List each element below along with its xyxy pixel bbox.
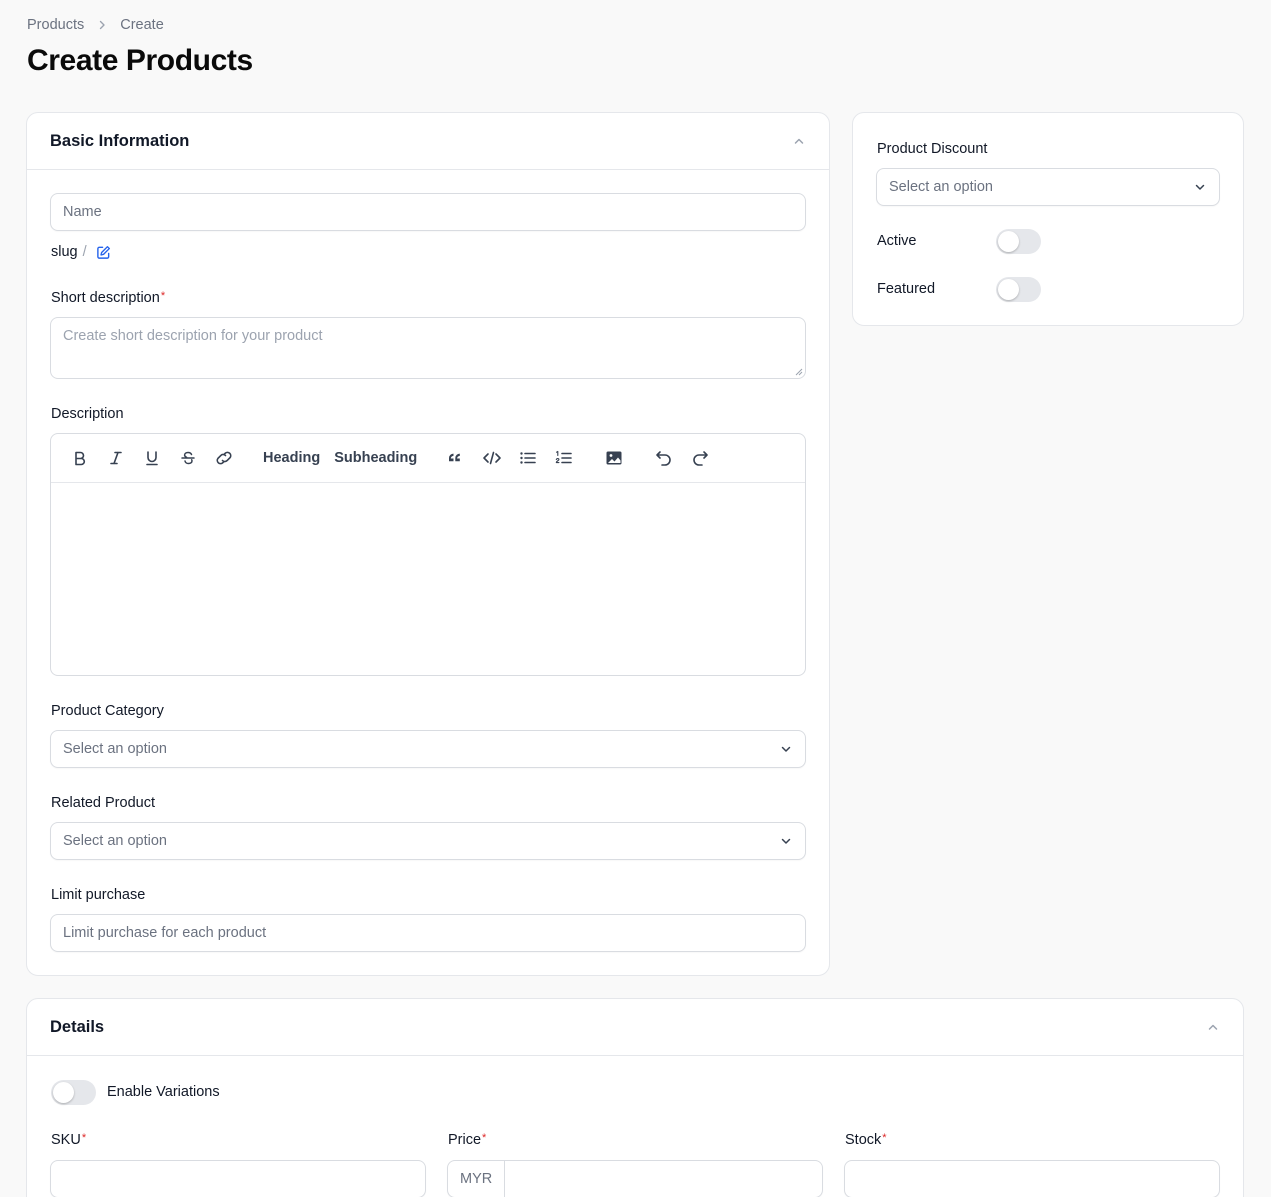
required-mark: * [482, 1132, 487, 1144]
redo-icon[interactable] [685, 443, 715, 473]
name-input[interactable]: Name [50, 193, 806, 231]
price-label: Price* [448, 1132, 486, 1148]
limit-purchase-label: Limit purchase [51, 887, 146, 903]
related-product-placeholder: Select an option [63, 833, 167, 849]
required-mark: * [160, 290, 166, 302]
short-description-placeholder: Create short description for your produc… [63, 328, 323, 344]
slug-separator: / [82, 244, 87, 260]
price-input[interactable]: MYR [447, 1160, 823, 1197]
slug-row: slug / [51, 244, 111, 260]
enable-variations-toggle[interactable] [51, 1080, 96, 1105]
chevron-down-icon [1193, 180, 1207, 194]
featured-label: Featured [877, 281, 936, 297]
underline-icon[interactable] [137, 443, 167, 473]
related-product-label: Related Product [51, 795, 155, 811]
breadcrumb-create: Create [120, 17, 164, 33]
stock-label: Stock* [845, 1132, 887, 1148]
chevron-up-icon[interactable] [1206, 1020, 1220, 1034]
toggle-knob [998, 231, 1019, 252]
featured-toggle[interactable] [996, 277, 1041, 302]
active-label: Active [877, 233, 917, 249]
basic-information-card: Basic Information Name slug / Short desc… [26, 112, 830, 976]
chevron-down-icon [779, 834, 793, 848]
description-editor: Heading Subheading [50, 433, 806, 676]
toggle-knob [53, 1082, 74, 1103]
chevron-up-icon[interactable] [792, 134, 806, 148]
stock-label-text: Stock [845, 1132, 882, 1148]
bullet-list-icon[interactable] [513, 443, 543, 473]
page-title: Create Products [27, 44, 253, 77]
breadcrumb-products[interactable]: Products [27, 17, 84, 33]
product-discount-label: Product Discount [877, 141, 988, 157]
details-title: Details [50, 1017, 105, 1036]
active-toggle[interactable] [996, 229, 1041, 254]
slug-label: slug [51, 244, 78, 260]
resize-handle-icon[interactable] [795, 368, 803, 376]
product-discount-select[interactable]: Select an option [876, 168, 1220, 206]
toggle-knob [998, 279, 1019, 300]
details-header[interactable]: Details [27, 999, 1243, 1056]
required-mark: * [882, 1132, 887, 1144]
product-category-placeholder: Select an option [63, 741, 167, 757]
limit-purchase-input[interactable]: Limit purchase for each product [50, 914, 806, 952]
basic-information-header[interactable]: Basic Information [27, 113, 829, 170]
details-card: Details Enable Variations SKU* Price* MY… [26, 998, 1244, 1197]
short-description-label-text: Short description [51, 290, 160, 306]
strikethrough-icon[interactable] [173, 443, 203, 473]
side-settings-card: Product Discount Select an option Active… [852, 112, 1244, 326]
limit-purchase-placeholder: Limit purchase for each product [63, 925, 267, 941]
currency-prefix: MYR [448, 1161, 506, 1197]
sku-label-text: SKU [51, 1132, 81, 1148]
breadcrumb: Products Create [27, 17, 164, 33]
sku-label: SKU* [51, 1132, 86, 1148]
short-description-textarea[interactable]: Create short description for your produc… [50, 317, 806, 379]
enable-variations-label: Enable Variations [107, 1084, 220, 1100]
undo-icon[interactable] [649, 443, 679, 473]
subheading-button[interactable]: Subheading [330, 443, 421, 473]
chevron-right-icon [96, 19, 108, 31]
product-category-label: Product Category [51, 703, 164, 719]
name-placeholder: Name [63, 204, 102, 220]
stock-input[interactable] [844, 1160, 1220, 1197]
editor-content-area[interactable] [51, 483, 805, 675]
basic-information-title: Basic Information [50, 131, 190, 150]
required-mark: * [81, 1132, 87, 1144]
product-discount-placeholder: Select an option [889, 179, 993, 195]
link-icon[interactable] [209, 443, 239, 473]
editor-toolbar: Heading Subheading [51, 434, 805, 483]
heading-button[interactable]: Heading [259, 443, 324, 473]
related-product-select[interactable]: Select an option [50, 822, 806, 860]
product-category-select[interactable]: Select an option [50, 730, 806, 768]
blockquote-icon[interactable] [441, 443, 471, 473]
numbered-list-icon[interactable] [549, 443, 579, 473]
code-icon[interactable] [477, 443, 507, 473]
description-label: Description [51, 406, 124, 422]
bold-icon[interactable] [65, 443, 95, 473]
edit-icon[interactable] [96, 245, 111, 260]
chevron-down-icon [779, 742, 793, 756]
short-description-label: Short description* [51, 290, 165, 306]
sku-input[interactable] [50, 1160, 426, 1197]
image-icon[interactable] [599, 443, 629, 473]
price-label-text: Price [448, 1132, 482, 1148]
italic-icon[interactable] [101, 443, 131, 473]
